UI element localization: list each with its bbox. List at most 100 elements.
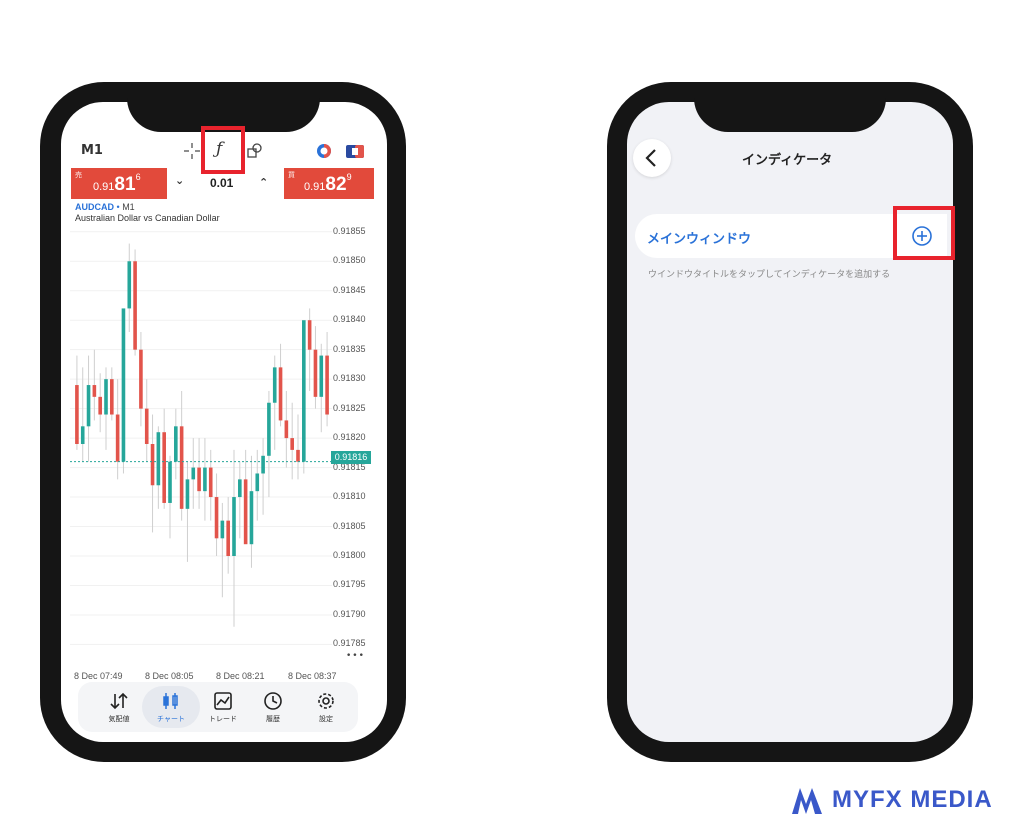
candle-bull bbox=[86, 385, 91, 427]
price-tick-label: 0.91825 bbox=[333, 402, 366, 413]
time-tick-label: 8 Dec 08:05 bbox=[145, 671, 194, 681]
candle-bear bbox=[208, 467, 213, 498]
main-window-label: メインウィンドウ bbox=[647, 232, 752, 247]
crosshair-icon[interactable] bbox=[183, 142, 201, 160]
sell-price: 0.91816 bbox=[93, 172, 141, 196]
candle-bear bbox=[144, 408, 149, 444]
nav-settings[interactable]: 設定 bbox=[301, 686, 351, 728]
buy-price-prefix: 0.91 bbox=[304, 181, 326, 193]
time-tick-label: 8 Dec 07:49 bbox=[74, 671, 123, 681]
shapes-icon[interactable] bbox=[246, 142, 264, 160]
candlestick-icon bbox=[163, 693, 178, 709]
more-options-button[interactable]: ••• bbox=[346, 651, 365, 661]
buy-label: 買 bbox=[288, 171, 295, 179]
trade-chart-icon bbox=[214, 692, 232, 710]
nav-settings-label: 設定 bbox=[319, 715, 333, 723]
candle-bull bbox=[121, 308, 126, 462]
nav-history[interactable]: 履歴 bbox=[248, 686, 298, 728]
right-phone-notch bbox=[694, 98, 886, 132]
hint-text: ウインドウタイトルをタップしてインディケータを追加する bbox=[648, 270, 891, 280]
candle-bull bbox=[156, 432, 161, 486]
chart-timeframe: M1 bbox=[122, 202, 135, 212]
sell-price-box[interactable]: 売 0.91816 bbox=[71, 168, 167, 199]
candle-bull bbox=[238, 479, 242, 498]
candle-bear bbox=[110, 379, 114, 415]
candle-bull bbox=[104, 379, 108, 415]
settings-gear-icon bbox=[318, 693, 334, 709]
candle-bear bbox=[75, 385, 79, 444]
candle-bull bbox=[174, 426, 178, 462]
price-tick-label: 0.91850 bbox=[333, 255, 366, 266]
sell-price-big: 81 bbox=[114, 174, 136, 195]
candle-bull bbox=[203, 467, 207, 492]
candle-bull bbox=[232, 497, 236, 556]
currency-flag-icon[interactable] bbox=[346, 145, 364, 158]
nav-quotes-label: 気配値 bbox=[108, 715, 130, 723]
candle-bull bbox=[185, 479, 190, 509]
candle-bull bbox=[80, 426, 85, 444]
candle-bear bbox=[226, 520, 230, 556]
plus-circle-icon[interactable] bbox=[911, 225, 933, 247]
price-tick-label: 0.91835 bbox=[333, 343, 366, 354]
timeframe-label[interactable]: M1 bbox=[81, 143, 103, 158]
nav-quotes[interactable]: 気配値 bbox=[94, 686, 144, 728]
candle-bull bbox=[302, 320, 306, 462]
indicator-button-highlight bbox=[201, 126, 245, 174]
candle-bear bbox=[115, 414, 120, 462]
current-price-tag: 0.91816 bbox=[331, 451, 371, 464]
brand-name: MYFX MEDIA bbox=[832, 786, 993, 813]
buy-price-sup: 9 bbox=[346, 172, 352, 182]
sell-price-sup: 6 bbox=[135, 172, 141, 182]
volume-increase-button[interactable]: ⌃ bbox=[259, 176, 268, 189]
candle-bear bbox=[92, 385, 97, 397]
volume-value[interactable]: 0.01 bbox=[210, 176, 233, 190]
candle-bear bbox=[325, 355, 329, 415]
nav-trade[interactable]: トレード bbox=[198, 686, 248, 728]
candle-bull bbox=[261, 455, 265, 474]
volume-decrease-button[interactable]: ⌄ bbox=[175, 174, 184, 187]
candle-bear bbox=[313, 349, 318, 397]
price-tick-label: 0.91800 bbox=[333, 550, 366, 560]
candle-bull bbox=[220, 520, 225, 539]
page-title: インディケータ bbox=[742, 153, 833, 168]
candle-bear bbox=[296, 449, 300, 462]
candle-bear bbox=[284, 420, 289, 439]
candle-bear bbox=[179, 426, 184, 509]
nav-chart[interactable]: チャート bbox=[142, 686, 200, 728]
price-tick-label: 0.91795 bbox=[333, 579, 366, 590]
current-price-value: 0.91816 bbox=[334, 452, 368, 462]
myfx-logo-icon bbox=[792, 788, 822, 814]
buy-price-big: 82 bbox=[325, 174, 347, 195]
candle-bear bbox=[214, 497, 219, 539]
nav-chart-label: チャート bbox=[157, 715, 185, 723]
candle-bear bbox=[98, 396, 102, 415]
price-tick-label: 0.91810 bbox=[333, 491, 366, 502]
back-button[interactable] bbox=[633, 139, 671, 177]
candle-bear bbox=[150, 444, 155, 486]
chevron-left-icon bbox=[645, 149, 656, 167]
chart-symbol: AUDCAD bbox=[75, 202, 114, 212]
indicator-circle-icon[interactable] bbox=[316, 143, 332, 159]
buy-price-box[interactable]: 買 0.91829 bbox=[284, 168, 374, 199]
nav-trade-label: トレード bbox=[209, 715, 237, 723]
candle-bull bbox=[267, 402, 271, 456]
candle-bull bbox=[168, 461, 172, 503]
sell-label: 売 bbox=[75, 171, 82, 179]
nav-history-label: 履歴 bbox=[266, 715, 280, 723]
price-tick-label: 0.91855 bbox=[333, 225, 366, 236]
buy-price: 0.91829 bbox=[304, 172, 352, 196]
candle-bull bbox=[191, 467, 196, 480]
time-tick-label: 8 Dec 08:21 bbox=[216, 671, 265, 681]
price-tick-label: 0.91845 bbox=[333, 284, 366, 295]
candlestick-chart[interactable] bbox=[70, 220, 332, 668]
candle-bear bbox=[133, 261, 137, 350]
candle-bear bbox=[307, 320, 312, 350]
candle-bull bbox=[127, 261, 132, 309]
candle-bear bbox=[243, 479, 248, 545]
price-tick-label: 0.91805 bbox=[333, 520, 366, 531]
price-tick-label: 0.91820 bbox=[333, 432, 366, 443]
candle-bear bbox=[139, 349, 143, 409]
candle-bull bbox=[272, 367, 277, 403]
candle-bear bbox=[162, 432, 166, 503]
price-tick-label: 0.91840 bbox=[333, 314, 366, 325]
